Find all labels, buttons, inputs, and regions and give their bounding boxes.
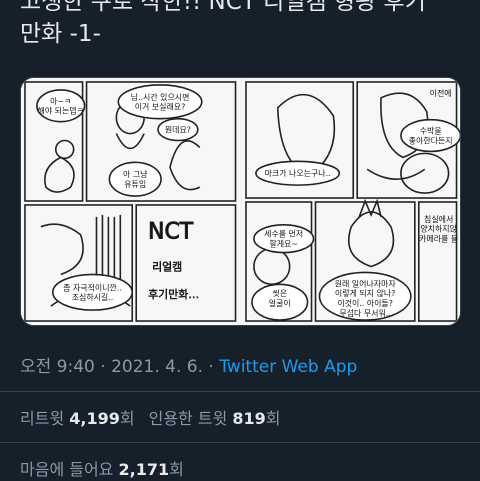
quotes-unit: 회 bbox=[265, 409, 281, 428]
comic-right-drawing: 마크가 나오는구나.. 수박을 좋아한다든지 이전에 세수를 먼저 할게요~ 씻… bbox=[241, 78, 460, 325]
comic-image-left[interactable]: NCT 리얼캠 후기만화… 아~ㅋ 해야 되는뎁ㅋ 님..시간 있으시면 이거 … bbox=[21, 78, 240, 325]
svg-text:좀 자극적이니깐..: 좀 자극적이니깐.. bbox=[63, 282, 122, 292]
comic-left-drawing: NCT 리얼캠 후기만화… 아~ㅋ 해야 되는뎁ㅋ 님..시간 있으시면 이거 … bbox=[21, 78, 240, 325]
retweets-unit: 회 bbox=[119, 409, 135, 428]
svg-text:양치하지않: 양치하지않 bbox=[420, 224, 457, 234]
svg-text:원래 일어나자마자: 원래 일어나자마자 bbox=[334, 278, 396, 288]
retweet-quote-stats: 리트윗 4,199회 인용한 트윗 819회 bbox=[20, 405, 281, 429]
svg-text:NCT: NCT bbox=[148, 220, 194, 245]
svg-text:마크가 나오는구나..: 마크가 나오는구나.. bbox=[264, 169, 330, 178]
meta-separator: · bbox=[203, 357, 220, 377]
svg-text:리얼캠: 리얼캠 bbox=[152, 259, 182, 273]
svg-text:얼굴이: 얼굴이 bbox=[268, 298, 290, 308]
svg-text:이거 보실래요?: 이거 보실래요? bbox=[135, 102, 186, 112]
svg-text:이렇게 되지 않나?: 이렇게 되지 않나? bbox=[334, 288, 394, 298]
svg-text:씻은: 씻은 bbox=[272, 289, 287, 298]
comic-image-right[interactable]: 마크가 나오는구나.. 수박을 좋아한다든지 이전에 세수를 먼저 할게요~ 씻… bbox=[241, 78, 460, 325]
svg-text:카메라를 들: 카메라를 들 bbox=[419, 235, 458, 244]
quotes-label: 인용한 트윗 bbox=[148, 409, 228, 428]
tweet-text-line2: 만화 -1- bbox=[20, 21, 101, 47]
meta-separator: · bbox=[94, 357, 112, 377]
quotes-count: 819 bbox=[232, 409, 266, 428]
svg-text:수박을: 수박을 bbox=[419, 126, 441, 136]
svg-text:세수를 먼저: 세수를 먼저 bbox=[264, 229, 303, 239]
svg-text:좋아한다든지: 좋아한다든지 bbox=[408, 135, 452, 145]
likes-stat[interactable]: 마음에 들어요 2,171회 bbox=[20, 460, 184, 479]
likes-stats: 마음에 들어요 2,171회 bbox=[20, 456, 184, 480]
tweet-source-app[interactable]: Twitter Web App bbox=[219, 357, 357, 377]
svg-text:이전에: 이전에 bbox=[429, 88, 451, 98]
svg-text:유튜임: 유튜임 bbox=[124, 180, 146, 189]
divider bbox=[0, 391, 480, 392]
retweets-count: 4,199 bbox=[69, 409, 120, 428]
svg-text:할게요~: 할게요~ bbox=[269, 239, 298, 249]
svg-text:조심하시길..: 조심하시길.. bbox=[72, 292, 114, 302]
likes-label: 마음에 들어요 bbox=[20, 460, 114, 479]
svg-text:이것이.. 아이돌?: 이것이.. 아이돌? bbox=[337, 298, 393, 308]
svg-text:후기만화…: 후기만화… bbox=[148, 288, 199, 301]
tweet-text-line1: 고생한 쿠로 작한!! NCT 리얼캠 형광 후기 bbox=[20, 0, 426, 15]
quotes-stat[interactable]: 인용한 트윗 819회 bbox=[149, 409, 281, 428]
retweets-stat[interactable]: 리트윗 4,199회 bbox=[20, 409, 135, 428]
svg-text:침실에서: 침실에서 bbox=[424, 214, 453, 224]
svg-text:뭔데요?: 뭔데요? bbox=[165, 126, 191, 135]
tweet-time[interactable]: 오전 9:40 bbox=[20, 357, 95, 377]
svg-text:아~ㅋ: 아~ㅋ bbox=[50, 96, 71, 106]
svg-text:해야 되는뎁ㅋ: 해야 되는뎁ㅋ bbox=[38, 106, 84, 116]
likes-unit: 회 bbox=[169, 460, 184, 479]
svg-text:님..시간 있으시면: 님..시간 있으시면 bbox=[131, 92, 190, 102]
retweets-label: 리트윗 bbox=[20, 409, 65, 428]
tweet-timestamp-line: 오전 9:40 · 2021. 4. 6. · Twitter Web App bbox=[20, 352, 357, 377]
svg-text:아 그냥: 아 그냥 bbox=[123, 169, 147, 179]
tweet-media[interactable]: NCT 리얼캠 후기만화… 아~ㅋ 해야 되는뎁ㅋ 님..시간 있으시면 이거 … bbox=[20, 77, 461, 326]
svg-text:무섭다 무서워..: 무섭다 무서워.. bbox=[339, 308, 390, 318]
likes-count: 2,171 bbox=[118, 460, 170, 479]
tweet-date[interactable]: 2021. 4. 6. bbox=[111, 357, 203, 377]
divider bbox=[0, 442, 480, 443]
